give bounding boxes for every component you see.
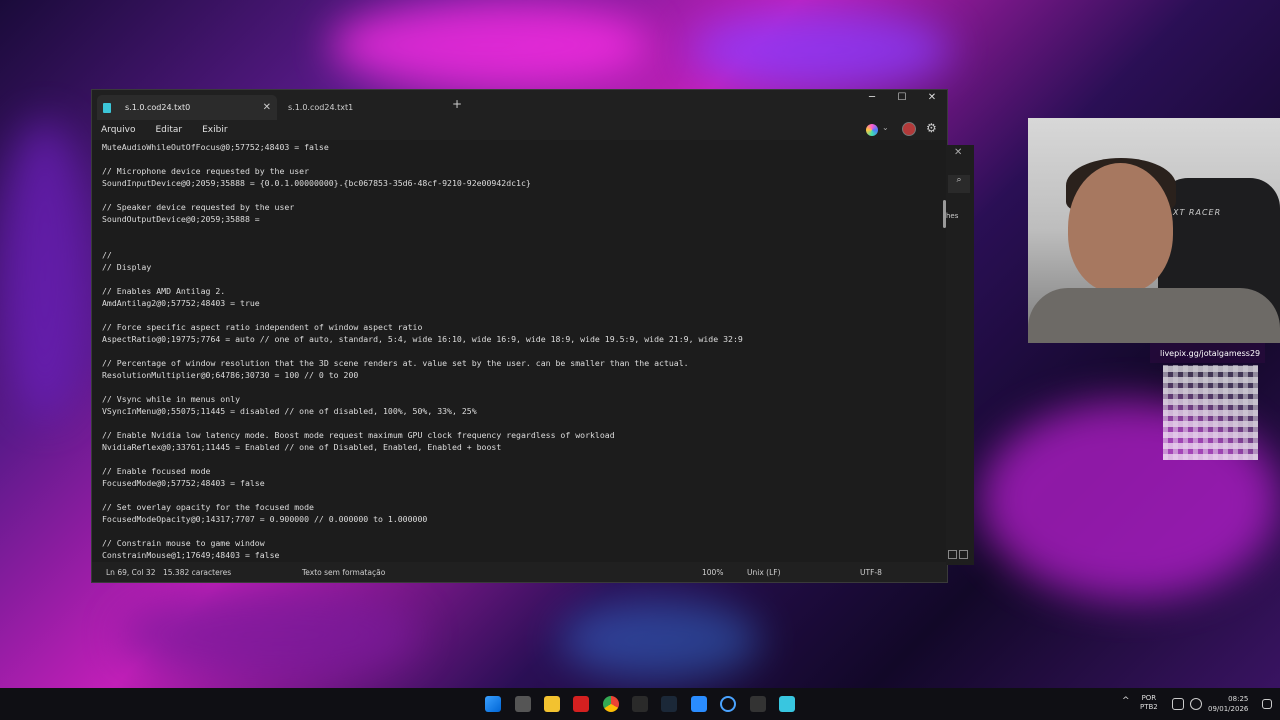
line-ending[interactable]: Unix (LF) bbox=[747, 568, 781, 577]
taskbar: ^ POR PTB2 08:25 09/01/2026 bbox=[0, 688, 1280, 720]
editor-line[interactable] bbox=[102, 381, 947, 393]
app-blue-icon[interactable] bbox=[691, 696, 707, 712]
menu-exibir[interactable]: Exibir bbox=[202, 125, 227, 135]
view-icon[interactable] bbox=[948, 550, 957, 559]
streamer-shirt bbox=[1028, 288, 1280, 343]
file-explorer-icon[interactable] bbox=[544, 696, 560, 712]
network-icon[interactable] bbox=[1172, 698, 1184, 710]
editor-line[interactable] bbox=[102, 153, 947, 165]
editor-line[interactable] bbox=[102, 309, 947, 321]
title-bar: s.1.0.cod24.txt0 ✕ s.1.0.cod24.txt1 + ─ … bbox=[92, 90, 947, 120]
date: 09/01/2026 bbox=[1208, 705, 1249, 713]
zoom-level[interactable]: 100% bbox=[702, 568, 723, 577]
editor-line[interactable]: // Display bbox=[102, 261, 947, 273]
tab-file-0[interactable]: s.1.0.cod24.txt0 ✕ bbox=[97, 95, 277, 120]
steam-icon[interactable] bbox=[661, 696, 677, 712]
editor-content[interactable]: MuteAudioWhileOutOfFocus@0;57752;48403 =… bbox=[92, 140, 947, 561]
editor-line[interactable]: NvidiaReflex@0;33761;11445 = Enabled // … bbox=[102, 441, 947, 453]
notification-icon[interactable] bbox=[1262, 699, 1272, 709]
notepad-icon[interactable] bbox=[779, 696, 795, 712]
menu-editar[interactable]: Editar bbox=[155, 125, 182, 135]
editor-line[interactable]: // Enables AMD Antilag 2. bbox=[102, 285, 947, 297]
editor-line[interactable]: // Vsync while in menus only bbox=[102, 393, 947, 405]
app-ring-icon[interactable] bbox=[720, 696, 736, 712]
tab-label: s.1.0.cod24.txt0 bbox=[125, 103, 191, 112]
editor-line[interactable] bbox=[102, 237, 947, 249]
editor-line[interactable]: // Enable Nvidia low latency mode. Boost… bbox=[102, 429, 947, 441]
character-count: 15.382 caracteres bbox=[163, 568, 232, 577]
panel-label: hes bbox=[946, 212, 959, 220]
lang: POR bbox=[1141, 694, 1157, 702]
close-icon[interactable]: ✕ bbox=[954, 147, 962, 158]
gear-icon[interactable]: ⚙ bbox=[926, 121, 937, 135]
menu-arquivo[interactable]: Arquivo bbox=[101, 125, 135, 135]
editor-line[interactable]: // bbox=[102, 249, 947, 261]
windows-icon[interactable] bbox=[485, 696, 501, 712]
editor-line[interactable] bbox=[102, 525, 947, 537]
donation-handle: livepix.gg/jotalgamess29 bbox=[1160, 349, 1261, 358]
streamer-face bbox=[1068, 163, 1173, 293]
editor-line[interactable] bbox=[102, 453, 947, 465]
close-tab-icon[interactable]: ✕ bbox=[263, 102, 271, 113]
editor-line[interactable]: // Percentage of window resolution that … bbox=[102, 357, 947, 369]
editor-line[interactable] bbox=[102, 489, 947, 501]
chevron-down-icon[interactable]: ⌄ bbox=[882, 123, 889, 132]
format-indicator: Texto sem formatação bbox=[302, 568, 386, 577]
maximize-button[interactable]: ☐ bbox=[887, 92, 917, 103]
menu-bar: Arquivo Editar Exibir ⌄ ⚙ bbox=[92, 120, 947, 140]
status-bar: Ln 69, Col 32 15.382 caracteres Texto se… bbox=[92, 562, 947, 582]
editor-line[interactable]: SoundInputDevice@0;2059;35888 = {0.0.1.0… bbox=[102, 177, 947, 189]
editor-line[interactable]: // Enable focused mode bbox=[102, 465, 947, 477]
editor-line[interactable]: // Speaker device requested by the user bbox=[102, 201, 947, 213]
editor-line[interactable]: ResolutionMultiplier@0;64786;30730 = 100… bbox=[102, 369, 947, 381]
tab-label: s.1.0.cod24.txt1 bbox=[288, 103, 354, 112]
editor-line[interactable] bbox=[102, 225, 947, 237]
editor-line[interactable]: // Microphone device requested by the us… bbox=[102, 165, 947, 177]
qr-code bbox=[1163, 365, 1258, 460]
editor-line[interactable]: AmdAntilag2@0;57752;48403 = true bbox=[102, 297, 947, 309]
taskview-icon[interactable] bbox=[515, 696, 531, 712]
editor-line[interactable]: AspectRatio@0;19775;7764 = auto // one o… bbox=[102, 333, 947, 345]
keyboard-language[interactable]: POR PTB2 bbox=[1140, 694, 1158, 712]
editor-line[interactable]: // Constrain mouse to game window bbox=[102, 537, 947, 549]
minimize-button[interactable]: ─ bbox=[857, 92, 887, 103]
avatar[interactable] bbox=[902, 122, 916, 136]
time: 08:25 bbox=[1228, 695, 1249, 703]
layout: PTB2 bbox=[1140, 703, 1158, 711]
webcam-overlay: XT RACER bbox=[1028, 118, 1280, 343]
volume-icon[interactable] bbox=[1190, 698, 1202, 710]
editor-line[interactable]: FocusedModeOpacity@0;14317;7707 = 0.9000… bbox=[102, 513, 947, 525]
background-window-edge: ✕ ⌕ hes bbox=[946, 145, 974, 565]
editor-line[interactable] bbox=[102, 273, 947, 285]
editor-line[interactable] bbox=[102, 189, 947, 201]
epic-games-icon[interactable] bbox=[632, 696, 648, 712]
editor-line[interactable]: VSyncInMenu@0;55075;11445 = disabled // … bbox=[102, 405, 947, 417]
tab-file-1[interactable]: s.1.0.cod24.txt1 bbox=[282, 95, 442, 120]
editor-line[interactable] bbox=[102, 345, 947, 357]
editor-line[interactable]: MuteAudioWhileOutOfFocus@0;57752;48403 =… bbox=[102, 141, 947, 153]
chrome-icon[interactable] bbox=[603, 696, 619, 712]
new-tab-button[interactable]: + bbox=[452, 97, 462, 111]
app-g-icon[interactable] bbox=[750, 696, 766, 712]
clock[interactable]: 08:25 09/01/2026 bbox=[1208, 694, 1248, 714]
editor-line[interactable]: SoundOutputDevice@0;2059;35888 = bbox=[102, 213, 947, 225]
view-icon[interactable] bbox=[959, 550, 968, 559]
editor-line[interactable]: ConstrainMouse@1;17649;48403 = false bbox=[102, 549, 947, 561]
notepad-window: s.1.0.cod24.txt0 ✕ s.1.0.cod24.txt1 + ─ … bbox=[91, 89, 948, 583]
app-red-icon[interactable] bbox=[573, 696, 589, 712]
search-icon[interactable]: ⌕ bbox=[948, 175, 970, 193]
copilot-icon[interactable] bbox=[866, 124, 878, 136]
cursor-position: Ln 69, Col 32 bbox=[106, 568, 156, 577]
chair-brand: XT RACER bbox=[1173, 208, 1222, 217]
text-editor[interactable]: MuteAudioWhileOutOfFocus@0;57752;48403 =… bbox=[92, 140, 947, 564]
editor-line[interactable] bbox=[102, 417, 947, 429]
notepad-file-icon bbox=[103, 102, 111, 113]
editor-line[interactable]: // Force specific aspect ratio independe… bbox=[102, 321, 947, 333]
close-window-button[interactable]: ✕ bbox=[917, 92, 947, 103]
tray-chevron[interactable]: ^ bbox=[1122, 697, 1130, 706]
editor-line[interactable]: FocusedMode@0;57752;48403 = false bbox=[102, 477, 947, 489]
donation-link: livepix.gg/jotalgamess29 bbox=[1150, 343, 1265, 363]
encoding[interactable]: UTF-8 bbox=[860, 568, 882, 577]
editor-line[interactable]: // Set overlay opacity for the focused m… bbox=[102, 501, 947, 513]
